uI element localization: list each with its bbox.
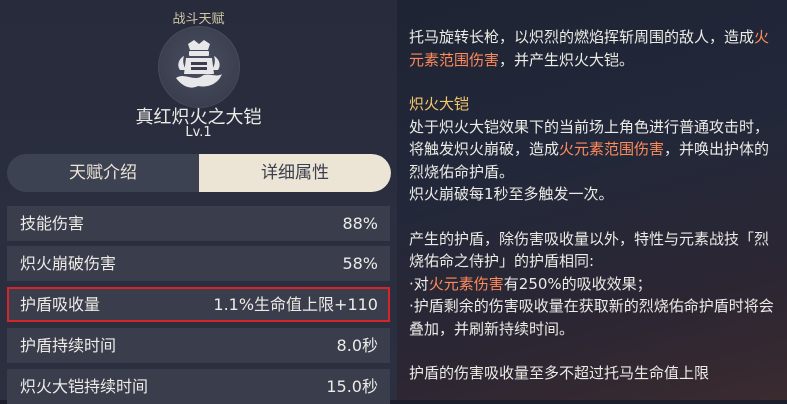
- section-heading: 炽火大铠: [409, 95, 470, 113]
- tab-talent-intro[interactable]: 天赋介绍: [7, 154, 199, 192]
- stat-label: 护盾吸收量: [20, 295, 101, 314]
- description-paragraph: 托马旋转长枪，以炽烈的燃焰挥斩周围的敌人，造成火元素范围伤害，并产生炽火大铠。: [409, 28, 770, 69]
- pyro-keyword: 火元素伤害: [428, 274, 504, 293]
- description-paragraph: 炽火崩破每1秒至多触发一次。: [409, 185, 614, 203]
- description-paragraph: 处于炽火大铠效果下的当前场上角色进行普通攻击时，将触发炽火崩破，造成火元素范围伤…: [409, 117, 770, 181]
- stat-row-scorching-dmg: 炽火崩破伤害 58%: [7, 246, 390, 281]
- stat-value: 15.0秒: [326, 377, 378, 396]
- tab-detailed-attributes[interactable]: 详细属性: [199, 154, 391, 192]
- bullet-item: ·护盾剩余的伤害吸收量在获取新的烈烧佑命护盾时将会叠加，并刷新持续时间。: [409, 297, 774, 338]
- talent-level: Lv.1: [185, 125, 212, 140]
- stat-label: 护盾持续时间: [20, 336, 117, 355]
- talent-description-panel: 托马旋转长枪，以炽烈的燃焰挥斩周围的敌人，造成火元素范围伤害，并产生炽火大铠。 …: [397, 0, 787, 400]
- section-title: 战斗天赋: [172, 12, 225, 27]
- bullet-item: ·对火元素伤害有250%的吸收效果；: [409, 274, 652, 293]
- stat-row-armor-duration: 炽火大铠持续时间 15.0秒: [7, 369, 390, 404]
- talent-panel: 战斗天赋 真红炽火之大铠 Lv.1 天赋介绍 详细属性 技能伤害 88% 炽火崩: [0, 0, 397, 404]
- stat-value: 58%: [342, 254, 378, 273]
- talent-emblem: [158, 26, 240, 108]
- pyro-keyword: 火元素范围伤害: [559, 140, 665, 158]
- stat-value: 1.1%生命值上限+110: [213, 295, 378, 314]
- stat-label: 技能伤害: [20, 214, 85, 233]
- stat-value: 88%: [342, 214, 378, 233]
- stat-label: 炽火大铠持续时间: [20, 377, 149, 396]
- talent-description: 托马旋转长枪，以炽烈的燃焰挥斩周围的敌人，造成火元素范围伤害，并产生炽火大铠。 …: [409, 26, 781, 385]
- tab-bar: 天赋介绍 详细属性: [7, 154, 391, 192]
- stat-row-shield-duration: 护盾持续时间 8.0秒: [7, 328, 390, 363]
- stat-row-skill-dmg: 技能伤害 88%: [7, 206, 390, 241]
- stat-label: 炽火崩破伤害: [20, 254, 117, 273]
- description-paragraph: 护盾的伤害吸收量至多不超过托马生命值上限: [409, 364, 710, 382]
- stat-row-shield-absorption: 护盾吸收量 1.1%生命值上限+110: [7, 287, 390, 322]
- description-paragraph: 产生的护盾，除伤害吸收量以外，特性与元素战技「烈烧佑命之侍护」的护盾相同:: [409, 229, 770, 271]
- stat-value: 8.0秒: [336, 336, 378, 355]
- flaming-armor-icon: [176, 40, 222, 88]
